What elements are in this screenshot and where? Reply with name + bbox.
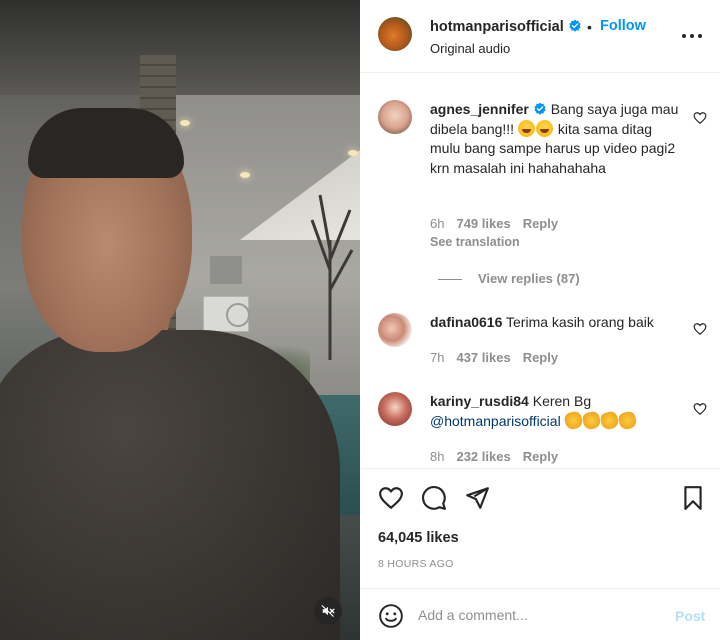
verified-badge-icon [569,19,581,32]
commenter-avatar[interactable] [378,100,412,134]
laughing-emoji-icon [517,119,535,137]
post-timestamp[interactable]: 8 HOURS AGO [378,558,454,570]
post-side-panel: hotmanparisofficial • Follow Original au… [360,0,720,640]
reply-button[interactable]: Reply [523,449,558,464]
mute-toggle-button[interactable] [314,597,342,625]
post-header: hotmanparisofficial • Follow Original au… [360,0,720,73]
comment-body: kariny_rusdi84 Keren Bg @hotmanparisoffi… [430,392,680,431]
comments-list[interactable]: agnes_jennifer Bang saya juga mau dibela… [360,74,720,468]
comment-time[interactable]: 6h [430,216,444,231]
header-separator: • [587,19,592,35]
post-likes-count[interactable]: 64,045 likes [378,530,459,546]
share-send-icon[interactable] [464,485,490,511]
reply-button[interactable]: Reply [523,216,558,231]
like-comment-heart-icon[interactable] [693,111,707,125]
video-scene-ac-unit [210,256,242,284]
comment-meta: 6h 749 likes Reply [430,216,570,231]
comment-mention-link[interactable]: @hotmanparisofficial [430,413,561,429]
author-avatar[interactable] [378,17,412,51]
add-comment-bar: Post [360,588,720,640]
follow-button[interactable]: Follow [600,18,646,34]
original-audio-link[interactable]: Original audio [430,41,510,56]
reel-video[interactable] [0,0,360,640]
clapping-emoji-icon [562,409,584,431]
comment-likes[interactable]: 749 likes [456,216,510,231]
clapping-emoji-icon [580,409,602,431]
comment-body: dafina0616 Terima kasih orang baik [430,313,680,333]
video-scene-ceiling [0,0,360,95]
commenter-avatar[interactable] [378,392,412,426]
see-translation-link[interactable]: See translation [430,235,520,249]
post-actions-bar: 64,045 likes 8 HOURS AGO [360,468,720,588]
reply-button[interactable]: Reply [523,350,558,365]
commenter-username[interactable]: kariny_rusdi84 [430,393,529,409]
laughing-emoji-icon [535,119,553,137]
video-scene-light [348,150,358,156]
save-bookmark-icon[interactable] [680,485,706,511]
verified-badge-icon [534,102,546,115]
comment-input[interactable] [418,602,668,628]
comment-time[interactable]: 7h [430,350,444,365]
comment-body: agnes_jennifer Bang saya juga mau dibela… [430,100,680,178]
comment-likes[interactable]: 437 likes [456,350,510,365]
commenter-avatar[interactable] [378,313,412,347]
muted-speaker-icon [321,605,335,617]
author-username[interactable]: hotmanparisofficial [430,19,582,35]
clapping-emoji-icon [598,409,620,431]
video-scene-light [180,120,190,126]
video-person-robe [0,330,340,640]
comment-meta: 7h 437 likes Reply [430,350,570,365]
comment-bubble-icon[interactable] [421,485,447,511]
like-comment-heart-icon[interactable] [693,402,707,416]
emoji-picker-icon[interactable] [378,603,404,629]
more-options-icon[interactable] [680,26,704,46]
clapping-emoji-icon [616,409,638,431]
post-comment-button[interactable]: Post [675,608,705,624]
video-scene-tree [310,194,354,360]
comment-meta: 8h 232 likes Reply [430,449,570,464]
commenter-username[interactable]: dafina0616 [430,314,502,330]
like-heart-icon[interactable] [378,485,404,511]
commenter-username[interactable]: agnes_jennifer [430,101,529,117]
comment-text: Keren Bg [532,393,592,409]
video-scene-light [240,172,250,178]
comment-text: Terima kasih orang baik [506,314,654,330]
like-comment-heart-icon[interactable] [693,322,707,336]
video-scene-ac-unit [203,296,250,332]
video-person-hair [28,108,184,178]
comment-time[interactable]: 8h [430,449,444,464]
view-replies-button[interactable]: View replies (87) [438,271,580,286]
author-username-text[interactable]: hotmanparisofficial [430,19,564,35]
comment-likes[interactable]: 232 likes [456,449,510,464]
